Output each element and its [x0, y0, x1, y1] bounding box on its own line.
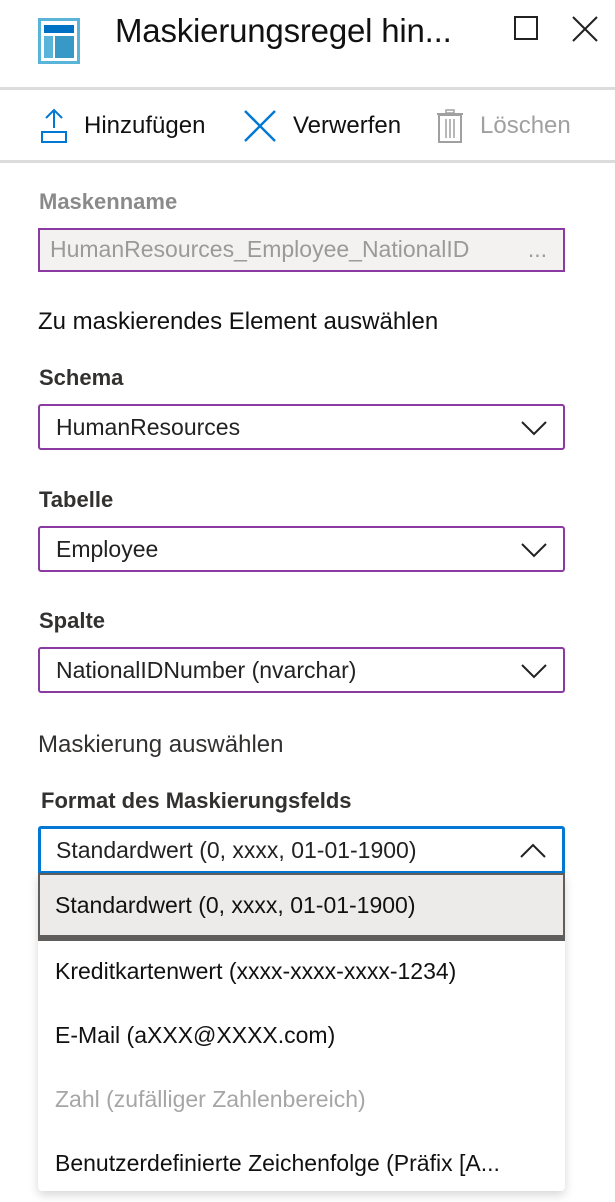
discard-button[interactable]: Verwerfen	[243, 108, 401, 144]
mask-format-option[interactable]: Kreditkartenwert (xxxx-xxxx-xxxx-1234)	[38, 939, 565, 1003]
mask-format-dropdown[interactable]: Standardwert (0, xxxx, 01-01-1900)	[38, 826, 565, 874]
upload-icon	[41, 108, 67, 143]
mask-format-value: Standardwert (0, xxxx, 01-01-1900)	[56, 836, 417, 863]
chevron-down-icon	[521, 543, 547, 558]
option-label: Benutzerdefinierte Zeichenfolge (Präfix …	[55, 1149, 500, 1176]
chevron-down-icon	[521, 421, 547, 436]
discard-button-label: Verwerfen	[293, 112, 402, 139]
maximize-icon[interactable]	[514, 16, 538, 40]
x-icon	[244, 110, 276, 142]
add-button[interactable]: Hinzufügen	[40, 108, 205, 144]
table-dropdown[interactable]: Employee	[38, 526, 565, 572]
mask-name-label: Maskenname	[39, 189, 178, 214]
column-label: Spalte	[39, 608, 106, 633]
blade-layout-icon	[38, 18, 80, 64]
option-label: Kreditkartenwert (xxxx-xxxx-xxxx-1234)	[55, 957, 457, 984]
trash-icon	[437, 109, 463, 143]
mask-name-field[interactable]: HumanResources_Employee_NationalID ...	[38, 228, 565, 272]
mask-format-options-list: Standardwert (0, xxxx, 01-01-1900) Kredi…	[38, 873, 565, 1191]
command-bar: Hinzufügen Verwerfen Löschen	[0, 90, 615, 160]
schema-label: Schema	[39, 365, 124, 390]
option-label: E-Mail (aXXX@XXXX.com)	[55, 1021, 336, 1048]
table-value: Employee	[56, 535, 159, 562]
mask-format-label: Format des Maskierungsfelds	[41, 788, 352, 813]
mask-name-overflow: ...	[527, 236, 547, 262]
mask-format-option[interactable]: Standardwert (0, xxxx, 01-01-1900)	[38, 873, 565, 941]
chevron-up-icon	[520, 843, 546, 858]
delete-button-label: Löschen	[480, 112, 571, 139]
table-label: Tabelle	[39, 487, 114, 512]
mask-name-value: HumanResources_Employee_NationalID	[50, 236, 470, 262]
toolbar-divider	[0, 160, 615, 163]
select-element-heading: Zu maskierendes Element auswählen	[38, 308, 439, 335]
delete-button[interactable]: Löschen	[436, 108, 571, 144]
column-dropdown[interactable]: NationalIDNumber (nvarchar)	[38, 647, 565, 693]
close-icon[interactable]	[572, 16, 598, 42]
column-value: NationalIDNumber (nvarchar)	[56, 656, 357, 683]
blade-header: Maskierungsregel hin...	[0, 0, 615, 88]
schema-dropdown[interactable]: HumanResources	[38, 404, 565, 450]
schema-value: HumanResources	[56, 413, 241, 440]
select-mask-heading: Maskierung auswählen	[38, 731, 284, 758]
option-label: Zahl (zufälliger Zahlenbereich)	[55, 1085, 366, 1112]
mask-format-option: Zahl (zufälliger Zahlenbereich)	[38, 1067, 565, 1131]
blade-title: Maskierungsregel hin...	[115, 12, 452, 49]
chevron-down-icon	[521, 664, 547, 679]
mask-format-option[interactable]: Benutzerdefinierte Zeichenfolge (Präfix …	[38, 1131, 565, 1195]
add-button-label: Hinzufügen	[84, 112, 206, 139]
option-label: Standardwert (0, xxxx, 01-01-1900)	[55, 891, 416, 918]
mask-format-option[interactable]: E-Mail (aXXX@XXXX.com)	[38, 1003, 565, 1067]
